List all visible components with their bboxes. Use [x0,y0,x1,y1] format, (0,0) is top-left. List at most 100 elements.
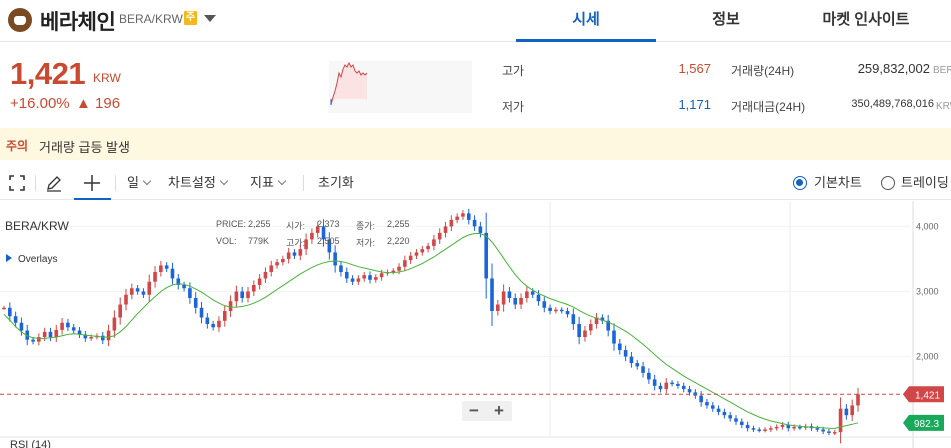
candle-body [37,337,41,342]
period-label: 일 [127,175,139,190]
candle-body [525,291,529,298]
overlays-label: Overlays [18,254,58,265]
candle-body [339,265,343,272]
candle-body [652,379,657,386]
basic-chart-label[interactable]: 기본차트 [814,166,862,200]
candle-body [513,297,518,305]
trading-view-radio[interactable] [881,176,895,190]
candle-body [496,304,500,312]
candle-body [838,408,843,433]
candle-body [461,213,465,217]
candle-body [222,311,227,321]
tab-info[interactable]: 정보 [656,0,796,42]
candle-body [362,275,366,279]
pencil-draw-icon[interactable] [45,174,63,192]
indicators-label: 지표 [250,175,274,190]
candle-body [844,408,849,416]
candle-body [443,226,448,233]
candle-body [722,411,727,416]
candle-body [292,252,297,256]
candle-body [333,252,337,266]
candle-body [565,311,570,315]
candle-body [286,252,291,259]
candle-body [478,226,483,233]
candle-body [135,288,140,292]
toolbar-divider [35,175,36,191]
trade-amount-value: 350,489,768,016 [851,98,934,110]
candle-body [269,265,274,272]
high-label: 고가 [502,64,525,78]
tab-price[interactable]: 시세 [516,0,656,42]
candle-body [699,395,703,403]
zoom-in-button[interactable]: + [487,401,511,421]
candle-body [170,268,175,279]
candle-body [408,255,413,261]
info-open-label: 시가: [286,221,306,231]
y-tick-label: 3,000 [916,286,939,296]
candle-body [397,266,401,271]
candle-body [228,301,233,312]
candle-body [54,329,59,338]
trade-amount-unit: KRW [936,101,951,112]
candle-body [13,316,18,323]
chart-pair-label: BERA/KRW [5,219,69,233]
candle-body [449,219,454,227]
chevron-down-icon [277,176,287,186]
period-dropdown[interactable]: 일 [127,166,152,200]
candle-body [356,278,361,282]
candle-body [164,265,169,269]
candle-body [432,239,436,246]
y-tick-label: 2,000 [916,352,939,362]
candle-body [705,402,709,406]
tab-market-insight[interactable]: 마켓 인사이트 [796,0,936,42]
overlays-toggle[interactable]: Overlays [6,254,57,265]
trading-view-label[interactable]: 트레이딩 [901,166,949,200]
market-pair: BERA/KRW [119,12,183,26]
candle-body [687,389,692,393]
info-price-label: PRICE: [216,219,247,229]
candle-body [472,219,477,227]
candle-body [2,307,6,310]
zoom-controls: − + [462,401,512,421]
candle-body [641,366,645,373]
coin-name[interactable]: 베라체인 [40,6,116,36]
candle-body [124,294,128,305]
change-amount: ▲ 196 [76,95,121,112]
info-low-label: 저가: [356,238,376,248]
candle-body [490,278,494,312]
candle-body [635,363,640,367]
fullscreen-icon[interactable] [8,174,26,192]
price-unit: KRW [93,71,121,85]
candle-body [66,322,70,328]
reset-button[interactable]: 초기화 [318,166,354,200]
coin-selector-dropdown-icon[interactable] [204,15,216,22]
indicators-dropdown[interactable]: 지표 [250,166,287,200]
candle-body [716,408,721,412]
candle-body [740,421,744,425]
candle-body [60,322,64,330]
crosshair-active-indicator [74,198,111,200]
candle-body [426,245,430,250]
candle-body [217,320,221,328]
volume-value: 259,832,002 [857,61,930,76]
info-open-value: 2,373 [317,219,340,229]
candle-body [745,424,750,429]
zoom-out-button[interactable]: − [462,401,486,421]
candle-body [827,431,831,433]
chart-settings-dropdown[interactable]: 차트설정 [168,166,229,200]
candle-body [188,288,192,298]
candle-body [141,291,146,295]
change-percent: +16.00% [10,95,70,112]
candle-body [664,382,669,390]
candle-body [48,331,53,338]
candle-body [374,277,378,280]
candle-body [670,382,674,385]
candle-body [19,322,24,331]
crosshair-icon[interactable] [83,174,101,192]
info-low-value: 2,220 [387,236,410,246]
basic-chart-radio[interactable] [793,176,807,190]
candle-body [420,249,425,253]
candle-body [734,418,738,422]
candle-body [106,330,111,341]
candle-body [856,394,860,406]
